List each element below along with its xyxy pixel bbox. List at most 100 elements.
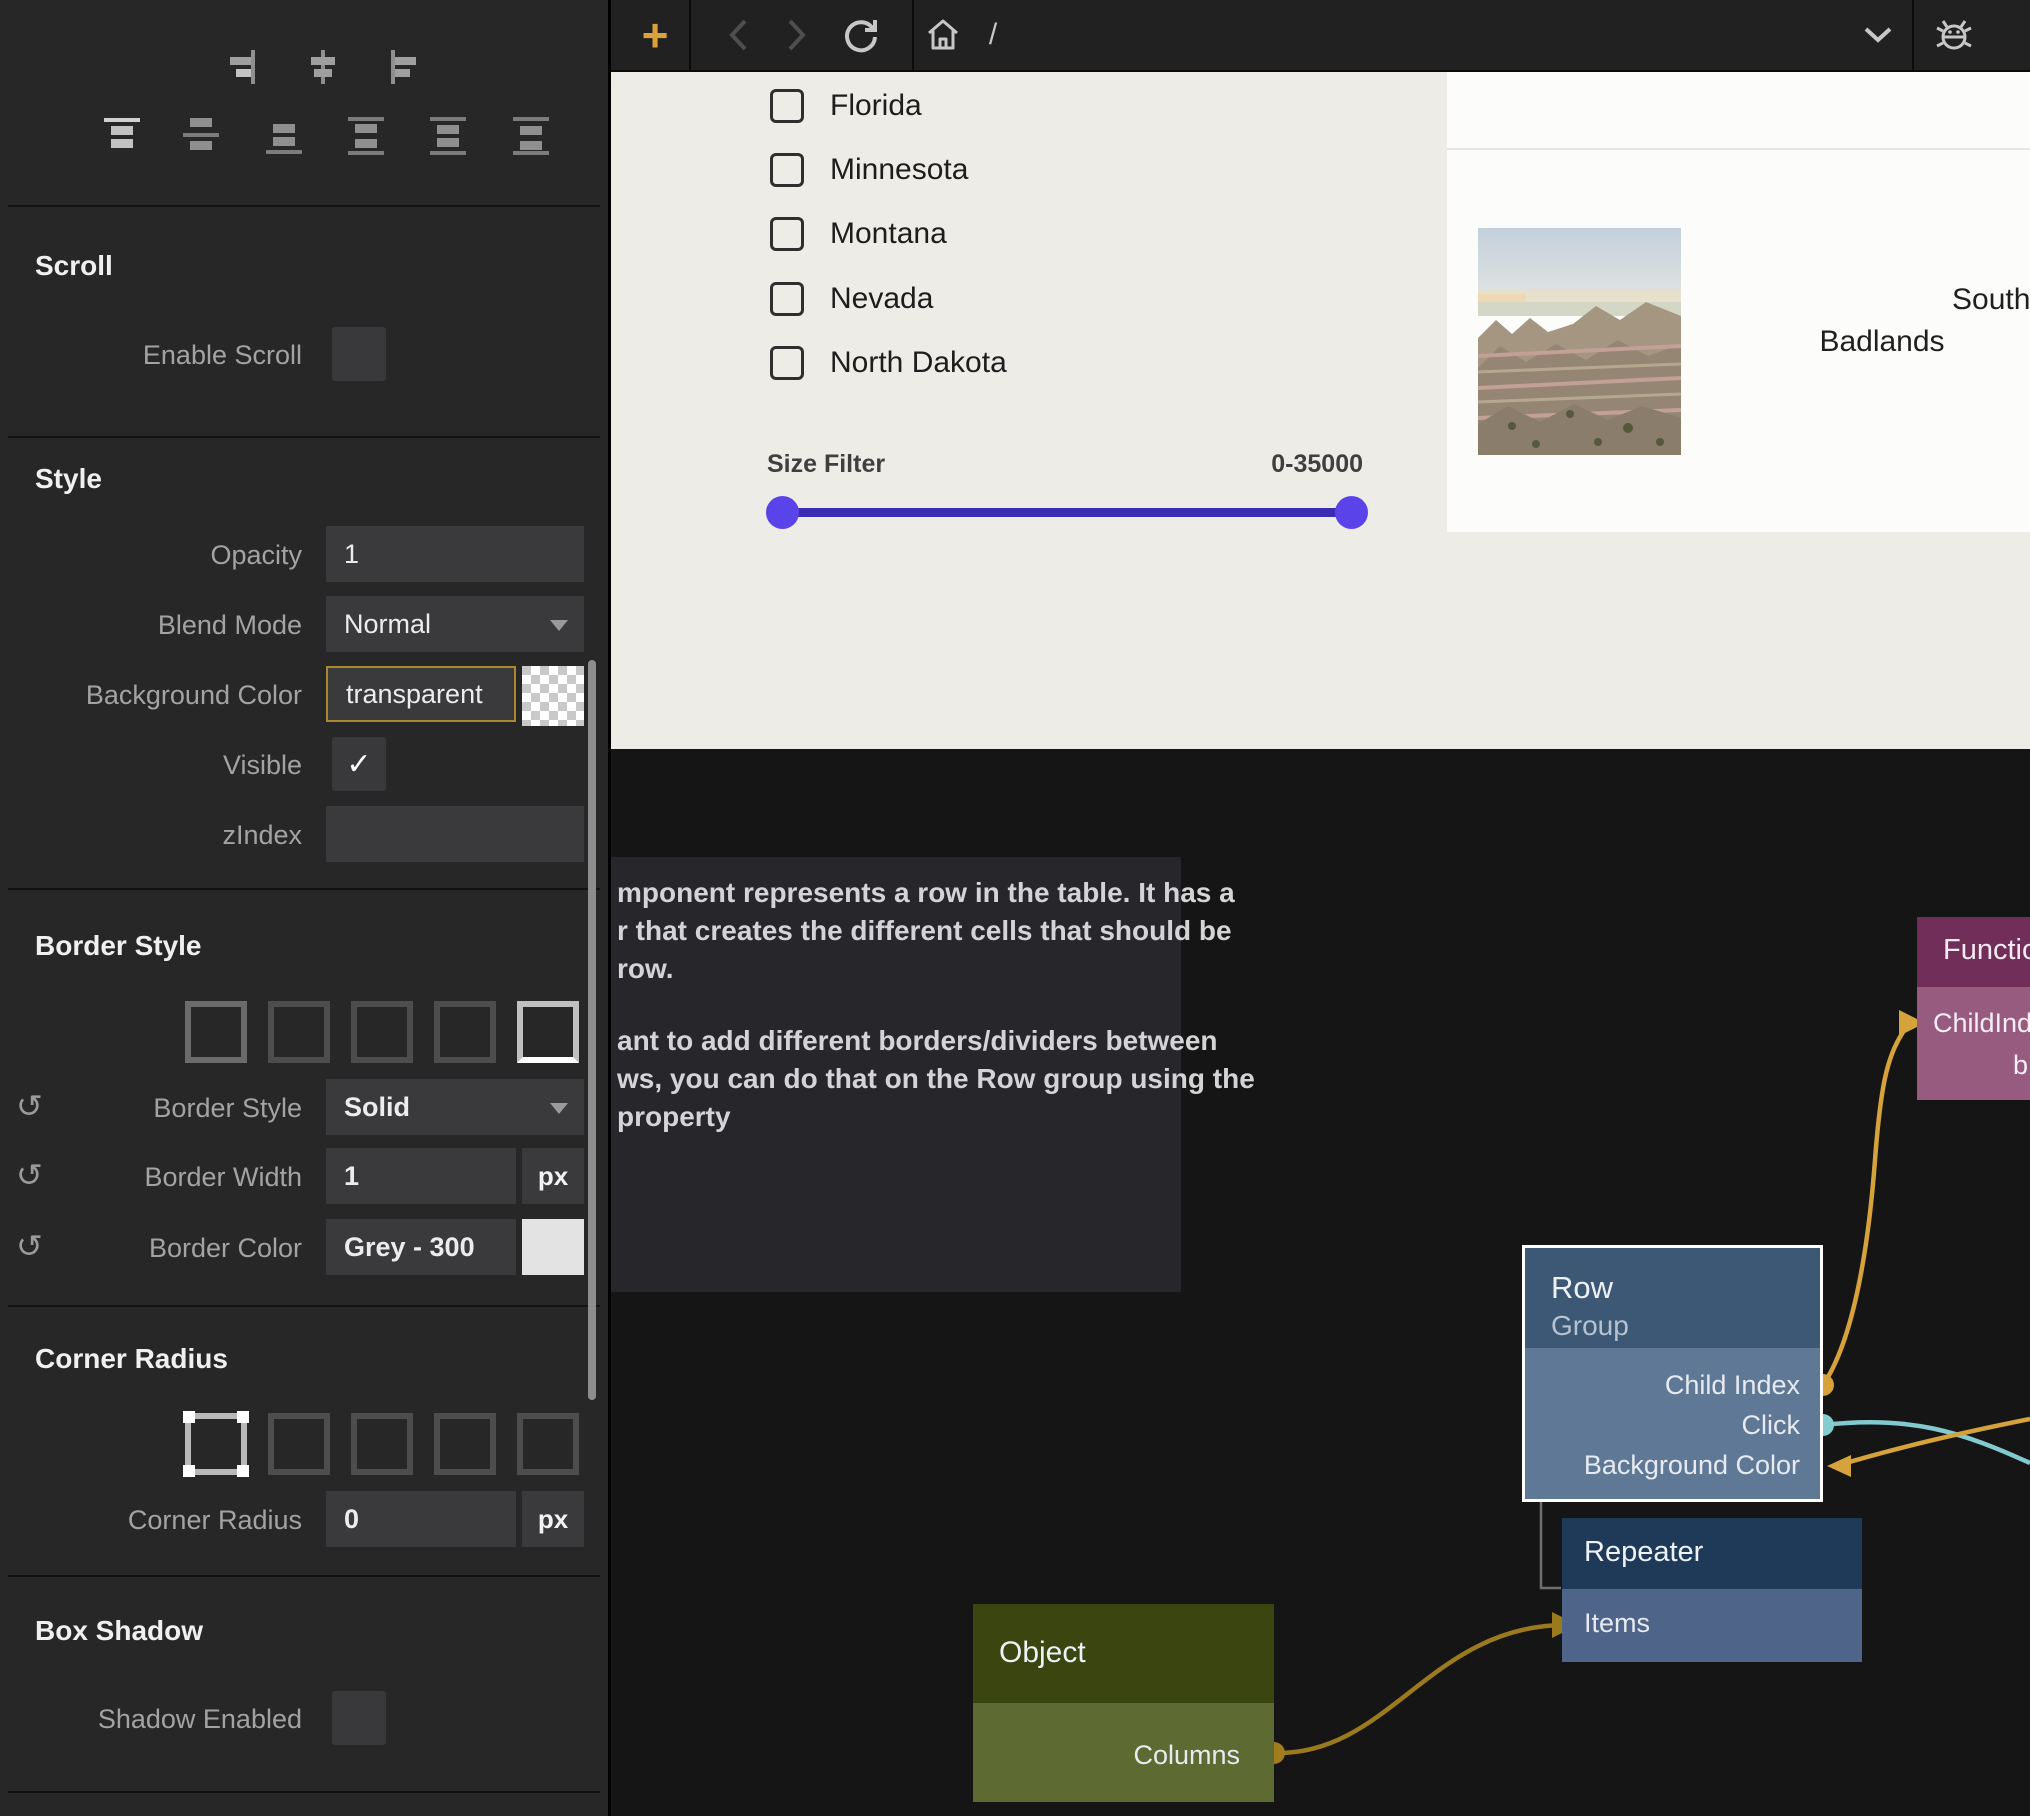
port-click[interactable]: Click — [1742, 1410, 1801, 1441]
border-bottom-button-selected[interactable] — [517, 1001, 579, 1063]
state-filter-row: Florida — [770, 88, 922, 124]
border-right-button[interactable] — [351, 1001, 413, 1063]
state-label: North Dakota — [830, 346, 1007, 380]
florida-checkbox[interactable] — [770, 89, 804, 123]
corner-tick — [183, 1411, 195, 1423]
chevron-down-icon[interactable] — [1856, 0, 1900, 70]
node-row-group-header[interactable]: Row Group — [1525, 1248, 1820, 1348]
border-style-select[interactable]: Solid — [326, 1079, 584, 1135]
panel-scrollbar[interactable] — [588, 660, 596, 1400]
border-width-input[interactable]: 1 — [326, 1148, 516, 1204]
corner-tick — [237, 1465, 249, 1477]
chevron-down-icon — [550, 1103, 568, 1114]
background-color-input[interactable]: transparent — [326, 666, 516, 722]
background-color-label: Background Color — [0, 680, 302, 711]
debug-bug-icon[interactable] — [1929, 0, 1979, 70]
section-divider — [8, 205, 600, 207]
border-top-button[interactable] — [268, 1001, 330, 1063]
section-divider — [8, 1305, 600, 1307]
background-color-value: transparent — [346, 679, 483, 710]
port-childindex[interactable]: ChildIndex — [1933, 1008, 2030, 1039]
node-row-group[interactable]: Row Group Child Index Click Background C… — [1522, 1245, 1823, 1502]
reload-icon[interactable] — [837, 0, 885, 70]
tree-connector — [1541, 1502, 1561, 1588]
border-style-value: Solid — [344, 1092, 410, 1123]
node-object[interactable]: Object Columns — [973, 1604, 1274, 1802]
blend-mode-label: Blend Mode — [0, 610, 302, 641]
port-items[interactable]: Items — [1584, 1608, 1650, 1639]
size-filter-slider-track[interactable] — [782, 508, 1351, 517]
node-title: Repeater — [1584, 1536, 1703, 1569]
align-bottom-icon[interactable] — [260, 112, 308, 165]
node-repeater-header[interactable]: Repeater — [1562, 1518, 1862, 1589]
node-repeater[interactable]: Repeater Items — [1562, 1518, 1862, 1662]
check-icon: ✓ — [346, 747, 371, 782]
blend-mode-select[interactable]: Normal — [326, 596, 584, 652]
node-function-header[interactable]: Function — [1917, 917, 2030, 987]
size-filter-max-handle[interactable] — [1335, 496, 1368, 529]
back-button[interactable] — [716, 0, 760, 70]
align-right-icon[interactable] — [222, 45, 266, 94]
corner-section-header: Corner Radius — [35, 1343, 228, 1375]
border-color-input[interactable]: Grey - 300 — [326, 1219, 516, 1275]
background-color-swatch[interactable] — [522, 666, 584, 726]
port-b[interactable]: b — [2013, 1050, 2028, 1081]
wire-background-color — [1836, 1419, 2030, 1466]
chevron-down-icon — [550, 620, 568, 631]
space-around-icon[interactable] — [507, 112, 555, 165]
corner-bottom-left-button[interactable] — [517, 1413, 579, 1475]
corner-all-button-selected[interactable] — [185, 1413, 247, 1475]
forward-button[interactable] — [775, 0, 819, 70]
node-function[interactable]: Function ChildIndex b — [1917, 917, 2030, 1100]
corner-tick — [183, 1465, 195, 1477]
nevada-checkbox[interactable] — [770, 282, 804, 316]
border-left-button[interactable] — [434, 1001, 496, 1063]
port-columns[interactable]: Columns — [1133, 1740, 1240, 1771]
wire-columns-items — [1274, 1625, 1566, 1753]
border-color-value: Grey - 300 — [344, 1232, 475, 1263]
node-object-header[interactable]: Object — [973, 1604, 1274, 1703]
port-child-index[interactable]: Child Index — [1665, 1370, 1800, 1401]
north-dakota-checkbox[interactable] — [770, 346, 804, 380]
node-title: Function — [1943, 934, 2030, 967]
corner-top-right-button[interactable] — [351, 1413, 413, 1475]
table-panel: Badlands South Dakota — [1447, 72, 2030, 532]
align-left-icon[interactable] — [380, 45, 424, 94]
border-color-swatch[interactable] — [522, 1219, 584, 1275]
corner-radius-unit[interactable]: px — [522, 1491, 584, 1547]
row-state-cell[interactable]: South Dakota — [1952, 278, 2030, 321]
zindex-input[interactable] — [326, 806, 584, 862]
montana-checkbox[interactable] — [770, 217, 804, 251]
state-filter-row: Minnesota — [770, 152, 968, 188]
section-divider — [8, 888, 600, 890]
align-center-horizontal-icon[interactable] — [301, 45, 345, 94]
add-page-button[interactable]: + — [623, 0, 687, 70]
align-top-icon[interactable] — [98, 112, 146, 165]
corner-radius-input[interactable]: 0 — [326, 1491, 516, 1547]
visible-checkbox[interactable]: ✓ — [332, 737, 386, 791]
port-background-color[interactable]: Background Color — [1584, 1450, 1800, 1481]
align-middle-icon[interactable] — [177, 112, 225, 165]
section-divider — [8, 436, 600, 438]
shadow-enabled-checkbox[interactable] — [332, 1691, 386, 1745]
node-title: Object — [999, 1636, 1086, 1670]
page-path[interactable]: / — [973, 0, 1013, 70]
border-width-unit[interactable]: px — [522, 1148, 584, 1204]
minnesota-checkbox[interactable] — [770, 153, 804, 187]
corner-bottom-right-button[interactable] — [434, 1413, 496, 1475]
size-filter-label: Size Filter — [767, 450, 885, 479]
enable-scroll-checkbox[interactable] — [332, 327, 386, 381]
home-icon[interactable] — [921, 0, 965, 70]
row-name-cell[interactable]: Badlands — [1747, 222, 2017, 462]
border-all-sides-button[interactable] — [185, 1001, 247, 1063]
opacity-value: 1 — [344, 539, 359, 570]
space-between-icon[interactable] — [424, 112, 472, 165]
size-filter-min-handle[interactable] — [766, 496, 799, 529]
corner-top-left-button[interactable] — [268, 1413, 330, 1475]
distribute-vertical-icon[interactable] — [342, 112, 390, 165]
section-divider — [8, 1791, 600, 1793]
state-filter-row: Nevada — [770, 281, 933, 317]
opacity-input[interactable]: 1 — [326, 526, 584, 582]
node-editor[interactable]: mponent represents a row in the table. I… — [611, 749, 2030, 1816]
border-style-label: Border Style — [0, 1093, 302, 1124]
